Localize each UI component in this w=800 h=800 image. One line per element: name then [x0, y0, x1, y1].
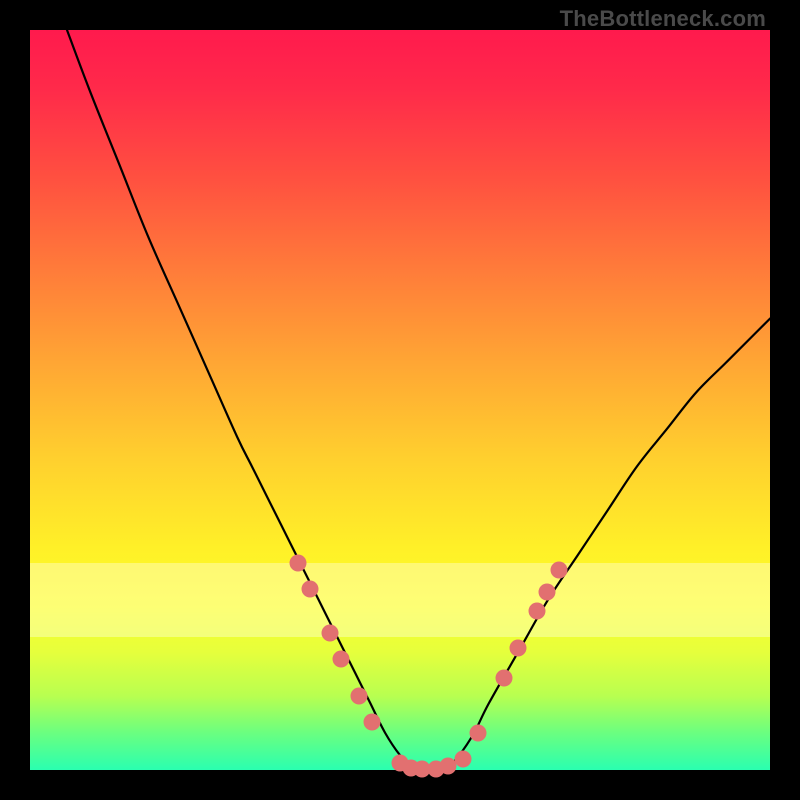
marker-dot — [301, 580, 318, 597]
marker-dot — [289, 554, 306, 571]
curve-svg — [30, 30, 770, 770]
marker-dot — [321, 625, 338, 642]
marker-dot — [454, 750, 471, 767]
bottleneck-curve — [67, 30, 770, 771]
plot-area — [30, 30, 770, 770]
marker-dot — [351, 688, 368, 705]
marker-dot — [551, 562, 568, 579]
marker-dot — [332, 651, 349, 668]
marker-dot — [495, 669, 512, 686]
marker-dot — [363, 713, 380, 730]
marker-dot — [510, 639, 527, 656]
marker-dot — [538, 584, 555, 601]
watermark-text: TheBottleneck.com — [560, 6, 766, 32]
marker-dot — [528, 602, 545, 619]
chart-frame: TheBottleneck.com — [0, 0, 800, 800]
marker-dot — [469, 725, 486, 742]
